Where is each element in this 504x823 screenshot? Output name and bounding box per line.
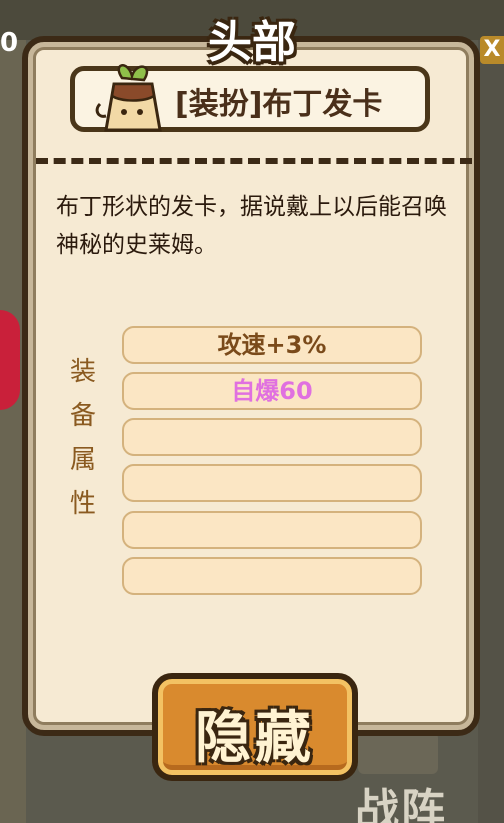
divider (36, 158, 472, 164)
attribute-row (122, 557, 422, 595)
attribute-row: 攻速+3% (122, 326, 422, 364)
bg-bottom-deco (358, 732, 438, 774)
attribute-row: 自爆60 (122, 372, 422, 410)
bg-formation-label: 战阵 (355, 785, 447, 823)
attribute-row (122, 511, 422, 549)
attribute-text: 自爆60 (231, 377, 313, 405)
attr-label-char: 性 (69, 489, 96, 519)
attribute-row (122, 418, 422, 456)
attr-label-char: 属 (69, 445, 96, 475)
bg-red-shape (0, 310, 20, 410)
slot-title: 头部 (208, 17, 296, 68)
attr-label-char: 备 (69, 401, 96, 431)
attribute-text: 攻速+3% (217, 331, 327, 359)
item-name: [装扮]布丁发卡 (175, 87, 383, 122)
attr-label-char: 装 (69, 357, 96, 387)
hide-button-label: 隐藏 (195, 706, 315, 771)
right-bg-column (478, 40, 504, 823)
item-description: 布丁形状的发卡，据说戴上以后能召唤神秘的史莱姆。 (56, 194, 447, 258)
attribute-row (122, 464, 422, 502)
equipment-attributes-label: 装 备 属 性 (64, 350, 102, 526)
hide-button[interactable]: 隐藏 (152, 673, 358, 781)
pudding-hairpin-icon (95, 64, 162, 132)
